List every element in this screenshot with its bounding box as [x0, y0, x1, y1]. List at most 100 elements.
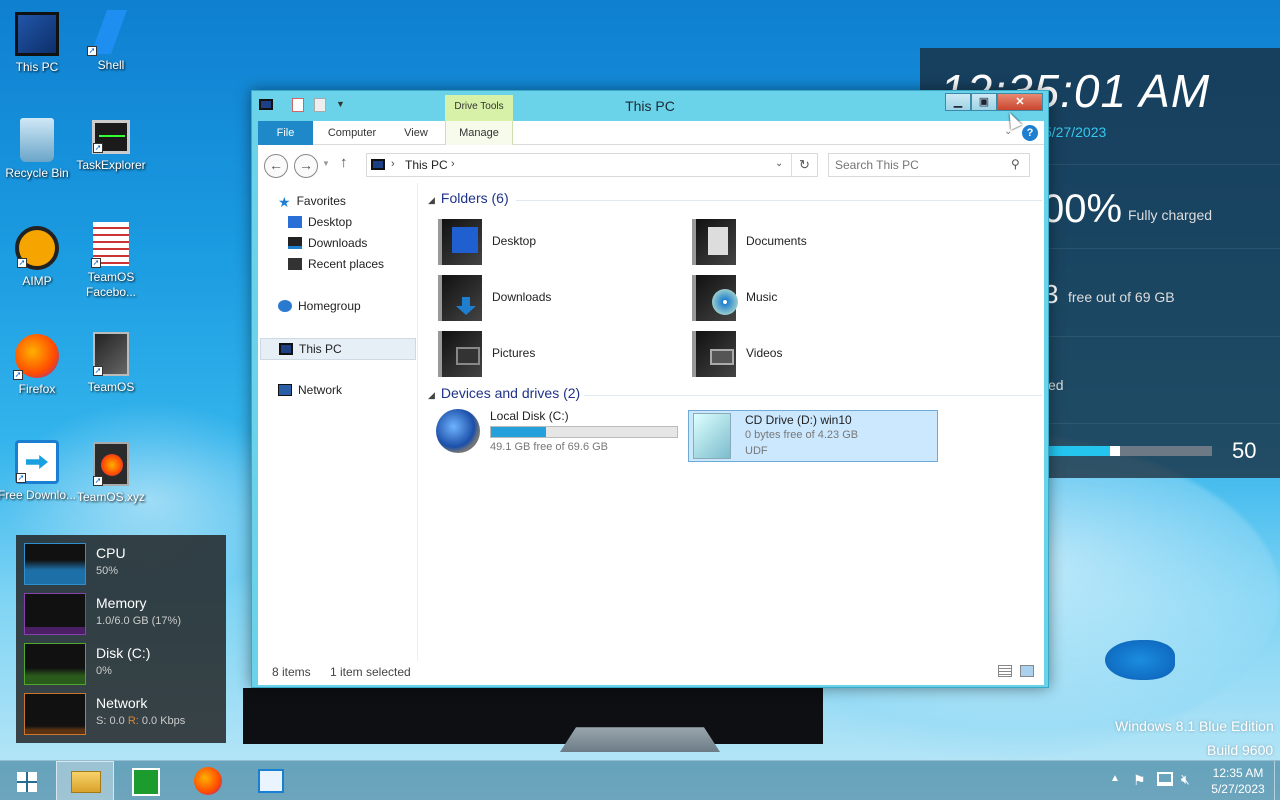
show-hidden-icons-button[interactable]: ▲: [1110, 773, 1120, 784]
show-desktop-button[interactable]: [1274, 761, 1280, 800]
nav-downloads[interactable]: Downloads: [288, 233, 367, 253]
drive-c-usage-bar: [490, 426, 678, 438]
search-box[interactable]: ⚲: [828, 153, 1030, 177]
navigation-pane: ★ Favorites Desktop Downloads Recent plac…: [258, 183, 418, 661]
drive-c-name: Local Disk (C:): [490, 409, 569, 423]
windows-logo-icon: [17, 772, 37, 792]
desktop-icon-recycle-bin[interactable]: Recycle Bin: [0, 118, 77, 181]
status-selection: 1 item selected: [330, 665, 411, 679]
perf-memory[interactable]: Memory 1.0/6.0 GB (17%): [24, 593, 224, 639]
tab-view[interactable]: View: [390, 121, 442, 145]
perf-network[interactable]: Network S: 0.0 R: 0.0 Kbps: [24, 693, 224, 739]
explorer-window[interactable]: ▼ Drive Tools This PC ▁ ▣ ✕ File Compute…: [251, 90, 1049, 688]
drive-cd-d[interactable]: CD Drive (D:) win10 0 bytes free of 4.23…: [688, 410, 938, 462]
help-icon[interactable]: ?: [1022, 125, 1038, 141]
disk-graph: [24, 643, 86, 685]
firefox-icon: ➚: [13, 334, 59, 380]
nav-favorites[interactable]: ★ Favorites: [278, 191, 346, 211]
nav-network[interactable]: Network: [278, 380, 342, 400]
folder-desktop[interactable]: Desktop: [438, 217, 678, 269]
back-button[interactable]: ←: [264, 154, 288, 178]
nav-recent-places[interactable]: Recent places: [288, 254, 384, 274]
close-button[interactable]: ✕: [997, 93, 1043, 111]
desktop-icon-shell[interactable]: ➚ Shell: [71, 10, 151, 73]
slider-value: 50: [1232, 438, 1257, 463]
perf-cpu[interactable]: CPU 50%: [24, 543, 224, 589]
clock-date: 5/27/2023: [1044, 124, 1107, 140]
desktop-icon-teamos-xyz[interactable]: ➚ TeamOS.xyz: [71, 442, 151, 505]
firefox-icon: [194, 767, 222, 795]
store-icon: [132, 768, 160, 796]
tab-file[interactable]: File: [258, 121, 313, 145]
search-input[interactable]: [835, 157, 1005, 173]
recent-locations-icon[interactable]: ▼: [322, 159, 330, 168]
drive-d-filesystem: UDF: [745, 445, 768, 457]
teamos-icon: ➚: [93, 332, 129, 376]
tab-computer[interactable]: Computer: [316, 121, 388, 145]
desktop-icon-taskexplorer[interactable]: ➚ TaskExplorer: [71, 120, 151, 173]
breadcrumb-this-pc[interactable]: This PC: [405, 158, 448, 172]
nav-this-pc[interactable]: This PC: [260, 338, 416, 360]
drive-local-disk-c[interactable]: Local Disk (C:) 49.1 GB free of 69.6 GB: [436, 407, 686, 459]
taskbar-store[interactable]: [118, 761, 176, 800]
folder-pictures[interactable]: Pictures: [438, 329, 678, 381]
details-view-icon[interactable]: [998, 665, 1012, 677]
volume-muted-icon[interactable]: 🔇︎: [1181, 771, 1190, 788]
performance-monitor-gadget: CPU 50% Memory 1.0/6.0 GB (17%) Disk (C:…: [16, 535, 226, 743]
devices-divider: [584, 395, 1042, 396]
taskbar-file-explorer[interactable]: [56, 761, 114, 800]
perf-disk[interactable]: Disk (C:) 0%: [24, 643, 224, 689]
taskexplorer-icon: ➚: [92, 120, 130, 154]
folder-music[interactable]: Music: [692, 273, 932, 325]
folder-documents[interactable]: Documents: [692, 217, 932, 269]
window-title: This PC: [625, 98, 675, 114]
folders-group-header[interactable]: ◢ Folders (6): [428, 190, 509, 206]
status-item-count: 8 items: [272, 665, 311, 679]
folder-downloads[interactable]: Downloads: [438, 273, 678, 325]
desktop-icon-aimp[interactable]: ➚ AIMP: [0, 226, 77, 289]
title-bar[interactable]: ▼ Drive Tools This PC ▁ ▣ ✕: [252, 91, 1048, 121]
slider-fill: [1048, 446, 1110, 456]
minimize-button[interactable]: ▁: [945, 93, 971, 111]
taskbar-download-manager[interactable]: [242, 761, 300, 800]
desktop-icon-firefox[interactable]: ➚ Firefox: [0, 334, 77, 397]
refresh-icon[interactable]: ↻: [791, 154, 817, 176]
slider-thumb[interactable]: [1110, 446, 1120, 456]
action-center-flag-icon[interactable]: ⚑: [1133, 772, 1146, 789]
crumb-separator-icon[interactable]: ›: [391, 158, 395, 170]
tab-manage[interactable]: Manage: [445, 121, 513, 145]
large-icons-view-icon[interactable]: [1020, 665, 1034, 677]
drive-d-detail: 0 bytes free of 4.23 GB: [745, 429, 859, 441]
this-pc-crumb-icon: [371, 159, 385, 170]
desktop-icon-free-download[interactable]: ➚ Free Downlo...: [0, 440, 77, 503]
desktop-icon-teamos[interactable]: ➚ TeamOS: [71, 332, 151, 395]
documents-folder-icon: [692, 219, 736, 265]
devices-group-header[interactable]: ◢ Devices and drives (2): [428, 385, 580, 401]
up-button[interactable]: ↑: [340, 154, 348, 171]
clock-tray[interactable]: 12:35 AM 5/27/2023: [1206, 765, 1270, 797]
network-graph: [24, 693, 86, 735]
address-bar[interactable]: › This PC › ⌄ ↻: [366, 153, 818, 177]
nav-homegroup[interactable]: Homegroup: [278, 296, 361, 316]
crumb-chevron-icon[interactable]: ›: [451, 158, 455, 170]
nav-desktop[interactable]: Desktop: [288, 212, 352, 232]
start-button[interactable]: [0, 761, 54, 800]
homegroup-icon: [278, 300, 292, 312]
maximize-button[interactable]: ▣: [971, 93, 997, 111]
aimp-icon: ➚: [15, 226, 59, 270]
taskbar-firefox[interactable]: [180, 761, 238, 800]
drive-c-usage-fill: [491, 427, 546, 437]
forward-button[interactable]: →: [294, 154, 318, 178]
folders-divider: [516, 200, 1042, 201]
address-dropdown-icon[interactable]: ⌄: [775, 158, 783, 169]
folder-videos[interactable]: Videos: [692, 329, 932, 381]
desktop-icon-teamos-facebook[interactable]: ➚ TeamOS Facebo...: [71, 222, 151, 300]
network-tray-icon[interactable]: [1157, 772, 1173, 786]
os-build-watermark: Build 9600: [1207, 742, 1274, 758]
status-bar: 8 items 1 item selected: [258, 661, 1044, 685]
file-view: ◢ Folders (6) Desktop Documents Downloads…: [424, 183, 1044, 661]
ribbon-tabs: File Computer View Manage ⌄ ?: [258, 121, 1044, 145]
search-icon[interactable]: ⚲: [1011, 157, 1020, 171]
memory-graph: [24, 593, 86, 635]
desktop-icon-this-pc[interactable]: This PC: [0, 12, 77, 75]
